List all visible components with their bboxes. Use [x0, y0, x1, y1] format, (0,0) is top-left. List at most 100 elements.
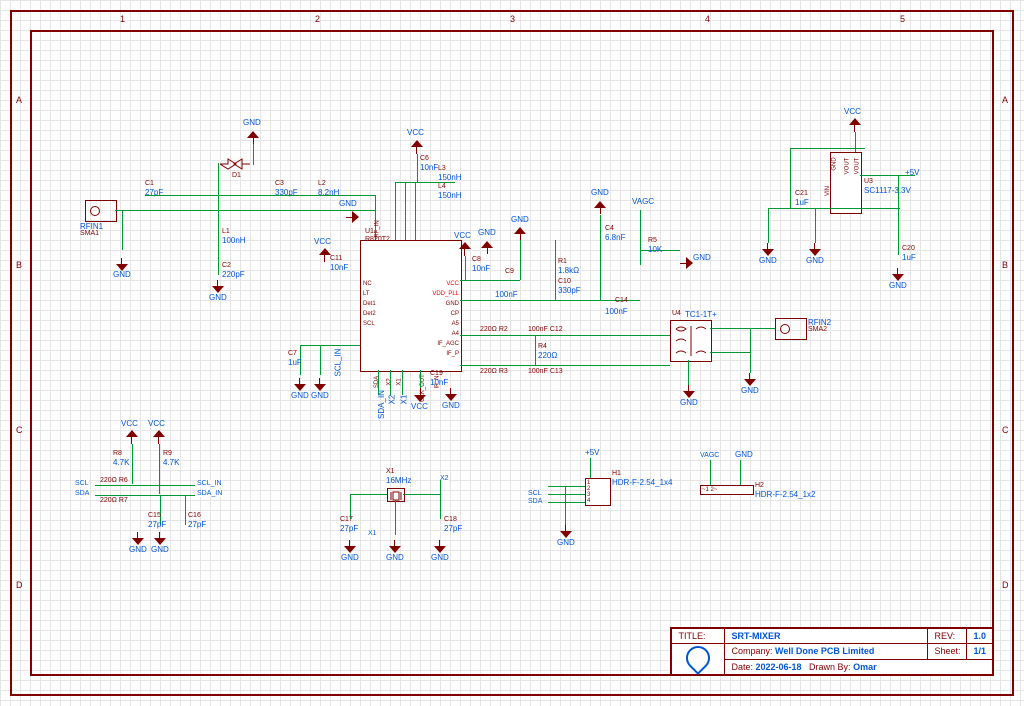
wire [145, 210, 355, 211]
date-drawn-row: Date: 2022-06-18 Drawn By: Omar [725, 659, 993, 675]
vcc-arrow-icon [413, 388, 427, 402]
h1-val: HDR-F-2.54_1x4 [612, 478, 672, 487]
vcc-label: VCC [844, 107, 861, 116]
c8-val: 10nF [472, 264, 490, 273]
vcc-label: VCC [148, 419, 165, 428]
r1-val: 1.8kΩ [558, 266, 579, 275]
c7-ref: C7 [288, 350, 297, 357]
sda-h1: SDA [528, 498, 542, 505]
wire [395, 182, 396, 240]
gnd-icon [131, 532, 145, 546]
wire [750, 328, 751, 373]
c1-ref: C1 [145, 180, 154, 187]
gnd-label: GND [889, 281, 907, 290]
l4-ref: L4 [438, 183, 446, 190]
wire [350, 494, 387, 495]
c14-ref: C14 [615, 297, 628, 304]
u1-ref: U1 [365, 228, 374, 235]
gnd-label: GND [759, 256, 777, 265]
wire [855, 132, 856, 152]
c20-ref: C20 [902, 245, 915, 252]
scl-in-port: SCL_IN [197, 480, 222, 487]
title-value: SRT-MIXER [725, 629, 928, 644]
logo-icon [681, 641, 715, 675]
l1-ref: L1 [222, 228, 230, 235]
edge-left-b: B [16, 260, 22, 270]
gnd-icon [444, 388, 458, 402]
c12-info: 100nF C12 [528, 326, 563, 333]
c2-val: 220pF [222, 270, 245, 279]
edge-right-a: A [1002, 95, 1008, 105]
r4-ref: R4 [538, 343, 547, 350]
r5-ref: R5 [648, 237, 657, 244]
gnd-icon [559, 525, 573, 539]
l1-val: 100nH [222, 236, 246, 245]
gnd-icon [761, 243, 775, 257]
edge-left-c: C [16, 425, 23, 435]
gnd-icon [593, 200, 607, 214]
wire [405, 182, 406, 240]
wire [790, 148, 865, 149]
wire [898, 175, 899, 255]
r4-val: 220Ω [538, 351, 557, 360]
company-row: Company: Well Done PCB Limited [725, 644, 928, 660]
wire [768, 208, 790, 209]
edge-right-d: D [1002, 580, 1009, 590]
sheet-value: 1/1 [967, 644, 993, 660]
wire [218, 210, 219, 260]
gnd-icon [293, 378, 307, 392]
edge-left-d: D [16, 580, 23, 590]
wire [740, 460, 741, 485]
vcc-label: VCC [121, 419, 138, 428]
edge-right-c: C [1002, 425, 1009, 435]
wire [95, 495, 195, 496]
r8-val: 4.7K [113, 458, 129, 467]
gnd-label: GND [511, 215, 529, 224]
gnd-icon [808, 243, 822, 257]
wire [115, 210, 145, 211]
c3-ref: C3 [275, 180, 284, 187]
r3-ref-val: 220Ω R3 [480, 368, 508, 375]
scl-h1: SCL [528, 490, 542, 497]
v5-label: +5V [905, 168, 919, 177]
wire [548, 486, 585, 487]
c9-val: 100nF [495, 290, 518, 299]
vcc-label: VCC [411, 402, 428, 411]
wire [465, 256, 466, 281]
gnd-label: GND [680, 398, 698, 407]
d1-diode [220, 157, 244, 167]
c20-val: 1uF [902, 253, 916, 262]
gnd-icon [153, 532, 167, 546]
rev-value: 1.0 [967, 629, 993, 644]
wire [590, 458, 591, 478]
gnd-icon [743, 373, 757, 387]
edge-top-4: 4 [705, 14, 710, 24]
wire [460, 280, 520, 281]
r9-ref: R9 [163, 450, 172, 457]
u4-ref: U4 [672, 310, 681, 317]
gnd-label: GND [151, 545, 169, 554]
wire [132, 444, 133, 484]
wire [145, 195, 375, 196]
c4-ref: C4 [605, 225, 614, 232]
x2-port: X2 [387, 395, 396, 405]
gnd-icon [313, 378, 327, 392]
title-block: TITLE: SRT-MIXER REV: 1.0 Company: Well … [670, 627, 994, 676]
gnd-label: GND [113, 270, 131, 279]
sma1-connector [85, 200, 117, 222]
edge-right-b: B [1002, 260, 1008, 270]
gnd-icon [513, 226, 527, 240]
wire [520, 240, 521, 280]
c2-ref: C2 [222, 262, 231, 269]
d1-ref: D1 [232, 172, 241, 179]
wire [555, 240, 556, 300]
c17-ref: C17 [340, 516, 353, 523]
c14-val: 100nF [605, 307, 628, 316]
c4-val: 6.8nF [605, 233, 625, 242]
u4-val: TC1-1T+ [685, 310, 717, 319]
wire [320, 345, 321, 375]
wire [417, 154, 418, 182]
h2-val: HDR-F-2.54_1x2 [755, 490, 815, 499]
wire [218, 163, 219, 210]
l4-val: 150nH [438, 191, 462, 200]
